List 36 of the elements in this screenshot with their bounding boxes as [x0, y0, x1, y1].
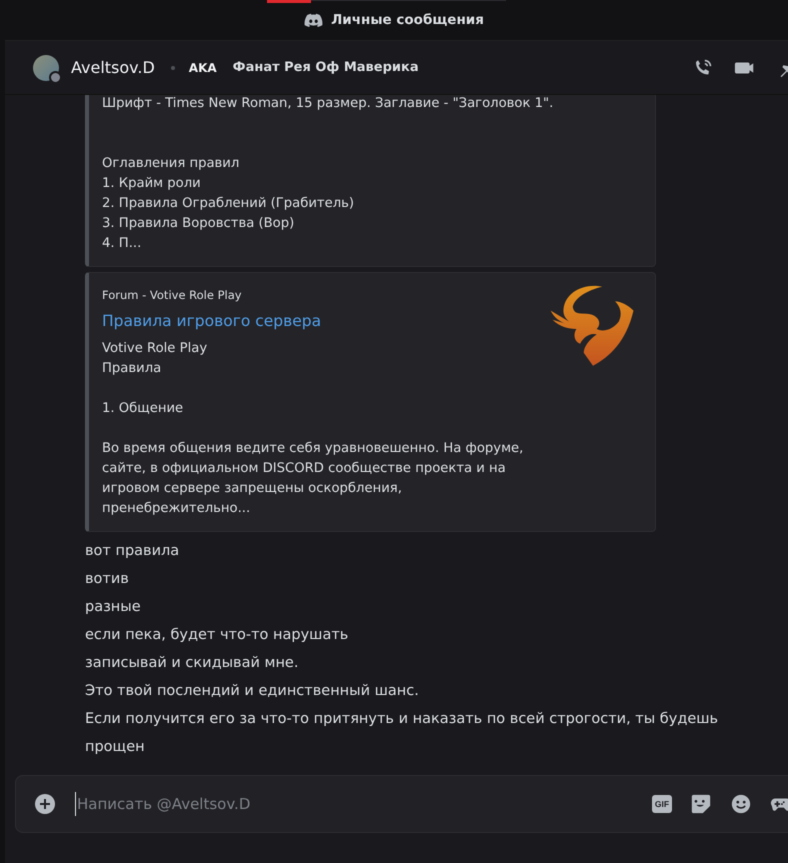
game-controller-icon	[304, 13, 324, 27]
plus-icon[interactable]	[35, 794, 55, 814]
message-text: Это твой послендий и единственный шанс.	[85, 682, 420, 701]
window-indicator	[267, 0, 311, 3]
bird-shield-logo-icon	[550, 286, 634, 366]
message-text: вотив	[85, 570, 130, 589]
embed-title-link[interactable]: Правила игрового сервера	[102, 311, 322, 331]
message-field[interactable]: Написать @Aveltsov.D GIF	[15, 775, 788, 833]
username: Aveltsov.D	[71, 58, 155, 77]
gif-button[interactable]: GIF	[652, 795, 672, 813]
embed-text-line: 1. Крайм роли	[102, 175, 202, 193]
message-text: записывай и скидывай мне.	[85, 654, 300, 673]
message-text: Если получится его за что-то притянуть и наказать по всей строгости, ты будешь прощен	[85, 710, 720, 757]
status-icon	[49, 70, 62, 84]
smiley-icon[interactable]	[730, 793, 752, 815]
message-text: если пека, будет что-то нарушать	[85, 626, 350, 645]
message-text: вот правила	[85, 542, 180, 561]
embed-provider: Forum - Votive Role Play	[102, 287, 243, 304]
embed-text-line: 2. Правила Ограблений (Грабитель)	[102, 195, 356, 213]
embed-text-line: 3. Правила Воровства (Вор)	[102, 215, 296, 233]
embed-text-line: Оглавления правил	[102, 155, 240, 173]
embed-text-line: 1. Общение	[102, 400, 184, 418]
embed-text-line: 4. П...	[102, 235, 142, 253]
aka-label: AKA	[188, 60, 217, 74]
embed-text-line: сайте, в официальном DISCORD сообществе проекта и на	[102, 460, 507, 478]
message-input[interactable]: Написать @Aveltsov.D	[75, 792, 652, 816]
embed-text-line: игровом сервере запрещены оскорбления,	[102, 480, 403, 498]
sticker-icon[interactable]	[690, 793, 712, 815]
embed-text-line: пренебрежительно...	[102, 500, 252, 518]
message-text: разные	[85, 598, 142, 617]
embed-text-line: Во время общения ведите себя уравновешенно. На форуме,	[102, 440, 524, 458]
embed-text-line: Шрифт - Times New Roman, 15 размер. Заглавие - "Заголовок 1".	[102, 95, 554, 113]
aka-name: Фанат Рея Оф Маверика	[232, 60, 419, 75]
embed-text-line: Votive Role Play	[102, 340, 208, 358]
window-title: Личные сообщения	[331, 12, 484, 28]
embed-text-line: Правила	[102, 360, 162, 378]
